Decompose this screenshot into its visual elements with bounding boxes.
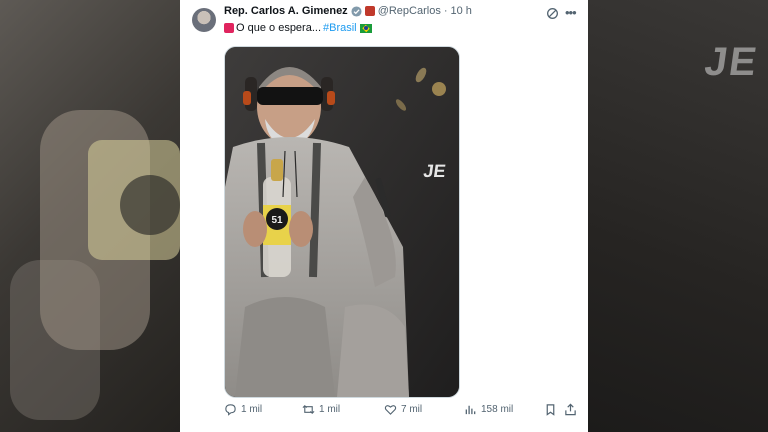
hashtag-link[interactable]: #Brasil [323, 22, 357, 34]
views-count: 158 mil [481, 404, 514, 415]
reply-button[interactable]: 1 mil [224, 403, 262, 416]
background-blur-left [0, 0, 180, 432]
siren-emoji-icon [224, 23, 234, 33]
handle[interactable]: @RepCarlos [378, 5, 441, 17]
display-name[interactable]: Rep. Carlos A. Gimenez [224, 5, 348, 17]
repost-count: 1 mil [319, 404, 341, 415]
more-dots-icon[interactable]: ••• [565, 5, 577, 20]
verified-check-icon [351, 5, 362, 17]
share-button[interactable] [564, 403, 577, 416]
media-photo: JE 51 [225, 47, 459, 397]
reply-count: 1 mil [241, 404, 263, 415]
bg-blurred-text: JE [702, 40, 762, 84]
views-chart-icon [465, 405, 476, 415]
svg-text:JE: JE [422, 161, 447, 181]
tweet-actions: 1 mil 1 mil 7 mil 158 mil [224, 403, 580, 419]
heart-icon [384, 405, 397, 415]
bookmark-button[interactable] [544, 403, 557, 416]
views-button[interactable]: 158 mil [464, 403, 513, 416]
grok-icon[interactable] [546, 7, 559, 20]
repost-icon [302, 404, 315, 415]
bottle-label-text: 51 [271, 215, 283, 226]
repost-button[interactable]: 1 mil [302, 403, 340, 416]
avatar[interactable] [192, 8, 216, 32]
brazil-flag-emoji-icon [359, 23, 372, 33]
timestamp[interactable]: 10 h [451, 5, 472, 17]
tweet-media-image[interactable]: JE 51 [224, 46, 460, 398]
share-icon [565, 403, 576, 416]
separator-dot: · [443, 5, 448, 17]
bookmark-icon [546, 404, 555, 416]
bg-shape [120, 175, 180, 235]
background-blur-right: JE [588, 0, 768, 432]
like-button[interactable]: 7 mil [384, 403, 422, 416]
tweet-header: Rep. Carlos A. Gimenez @RepCarlos · 10 h [224, 5, 472, 17]
us-flag-badge-icon [364, 6, 375, 16]
tweet-text-body: O que o espera... [236, 22, 321, 34]
tweet-text: O que o espera... #Brasil [224, 22, 372, 34]
tweet-card: Rep. Carlos A. Gimenez @RepCarlos · 10 h… [180, 0, 588, 432]
reply-icon [225, 404, 236, 416]
like-count: 7 mil [401, 404, 423, 415]
